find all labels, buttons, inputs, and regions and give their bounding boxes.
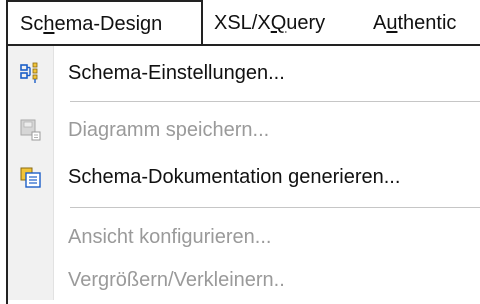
menu-item-save-diagram[interactable]: Diagramm speichern... bbox=[8, 108, 480, 152]
menu-item-label: Schema-Dokumentation generieren... bbox=[68, 166, 401, 188]
menu-separator bbox=[70, 101, 480, 102]
menu-item-configure-view[interactable]: Ansicht konfigurieren... bbox=[8, 215, 480, 259]
menu-item-schema-settings[interactable]: Schema-Einstellungen... bbox=[8, 51, 480, 95]
menu-mnemonic: u bbox=[386, 12, 398, 34]
application-window: Schema-Design XSL/XQuery Authentic Schem… bbox=[0, 0, 480, 304]
menu-label-part: A bbox=[373, 12, 387, 34]
save-diagram-icon bbox=[20, 119, 42, 141]
menu-separator bbox=[70, 207, 480, 208]
menu-item-zoom[interactable]: Vergrößern/Verkleinern.. bbox=[8, 258, 480, 302]
menu-item-label: Vergrößern/Verkleinern.. bbox=[68, 269, 285, 291]
menu-xsl-xquery[interactable]: XSL/XQuery bbox=[214, 0, 325, 46]
menu-label-part: uery bbox=[286, 12, 326, 34]
menu-label-part: ema-Design bbox=[54, 13, 163, 35]
menu-label-part: XSL/X bbox=[214, 12, 271, 34]
menu-label-part: Sc bbox=[20, 13, 44, 35]
menu-item-label: Diagramm speichern... bbox=[68, 119, 270, 141]
menu-bar: Schema-Design XSL/XQuery Authentic bbox=[0, 0, 480, 46]
schema-settings-icon bbox=[20, 62, 42, 84]
menu-label-part: thentic bbox=[397, 12, 457, 34]
menu-mnemonic: Q bbox=[270, 12, 287, 34]
menu-item-label: Schema-Einstellungen... bbox=[68, 62, 285, 84]
generate-documentation-icon bbox=[20, 166, 42, 188]
menu-authentic[interactable]: Authentic bbox=[373, 0, 456, 46]
menu-item-generate-documentation[interactable]: Schema-Dokumentation generieren... bbox=[8, 155, 480, 199]
menu-mnemonic: h bbox=[43, 13, 55, 35]
menu-item-label: Ansicht konfigurieren... bbox=[68, 226, 272, 248]
menu-schema-design[interactable]: Schema-Design bbox=[6, 0, 203, 46]
